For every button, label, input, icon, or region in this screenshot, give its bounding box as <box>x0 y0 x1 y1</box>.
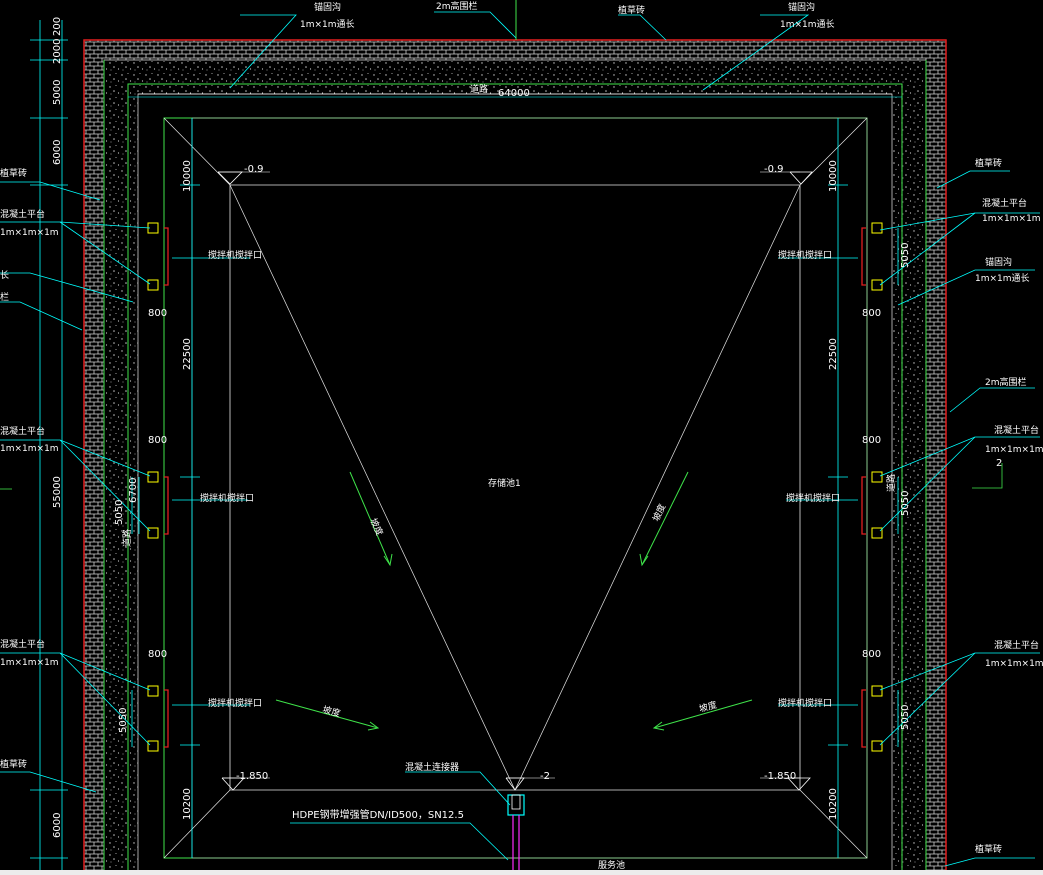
bottom-status-strip <box>0 870 1043 875</box>
svg-text:2000: 2000 <box>52 39 63 64</box>
level-center: -2 <box>540 771 550 782</box>
label-bottom-grass-right: 植草砖 <box>975 843 1002 855</box>
svg-text:6000: 6000 <box>52 140 63 165</box>
svg-text:道路: 道路 <box>885 474 897 492</box>
label-mixer-outlet-l2: 搅拌机搅拌口 <box>200 492 254 504</box>
label-right-fence: 2m高围栏 <box>985 376 1027 388</box>
svg-text:5050: 5050 <box>900 705 911 730</box>
label-left-platform-size-1: 1m×1m×1m <box>0 228 59 238</box>
label-pipe: HDPE钢带增强管DN/ID500，SN12.5 <box>292 808 464 821</box>
label-left-fence: 栏 <box>0 291 9 303</box>
svg-text:5050: 5050 <box>900 243 911 268</box>
label-left-grass: 植草砖 <box>0 167 27 179</box>
label-bottom-grass-left: 植草砖 <box>0 758 27 770</box>
svg-text:5000: 5000 <box>52 80 63 105</box>
label-right-anchor-size: 1m×1m通长 <box>975 272 1030 284</box>
level-top-left: -0.9 <box>244 164 264 175</box>
svg-text:10200: 10200 <box>828 788 839 820</box>
label-anchor-trench-top-right-size: 1m×1m通长 <box>780 18 835 30</box>
label-anchor-trench-top-right: 锚固沟 <box>788 1 815 13</box>
svg-text:800: 800 <box>862 649 881 660</box>
label-left-platform-1: 混凝土平台 <box>0 208 45 220</box>
label-connector: 混凝土连接器 <box>405 761 459 773</box>
svg-text:6700: 6700 <box>128 478 139 503</box>
svg-text:800: 800 <box>862 308 881 319</box>
svg-text:55000: 55000 <box>52 476 63 508</box>
svg-text:5050: 5050 <box>118 708 129 733</box>
label-right-platform-1: 混凝土平台 <box>982 197 1027 209</box>
label-mixer-outlet-r1: 搅拌机搅拌口 <box>778 249 832 261</box>
cad-drawing-canvas: 锚固沟 1m×1m通长 2m高围栏 植草砖 锚固沟 1m×1m通长 道路 640… <box>0 0 1043 875</box>
label-right-platform-size-3: 1m×1m×1m <box>985 659 1043 669</box>
label-mixer-outlet-r3: 搅拌机搅拌口 <box>778 697 832 709</box>
label-left-platform-size-3: 1m×1m×1m <box>0 658 59 668</box>
svg-text:10200: 10200 <box>182 788 193 820</box>
svg-text:5050: 5050 <box>900 491 911 516</box>
pond-name: 存储池1 <box>488 477 521 489</box>
svg-text:200: 200 <box>52 17 63 36</box>
svg-text:800: 800 <box>148 649 167 660</box>
label-right-platform-size-1: 1m×1m×1m <box>982 214 1041 224</box>
label-left-platform-2: 混凝土平台 <box>0 425 45 437</box>
label-left-length: 长 <box>0 269 9 281</box>
svg-text:800: 800 <box>862 435 881 446</box>
level-top-right: -0.9 <box>764 164 784 175</box>
label-mixer-outlet-r2: 搅拌机搅拌口 <box>786 492 840 504</box>
label-mixer-outlet-l1: 搅拌机搅拌口 <box>208 249 262 261</box>
svg-text:800: 800 <box>148 308 167 319</box>
svg-text:道路: 道路 <box>121 529 133 547</box>
label-left-platform-3: 混凝土平台 <box>0 638 45 650</box>
label-right-platform-3: 混凝土平台 <box>994 639 1039 651</box>
label-anchor-trench-top-size: 1m×1m通长 <box>300 18 355 30</box>
label-road-top: 道路 <box>470 83 488 95</box>
label-right-platform-2: 混凝土平台 <box>994 424 1039 436</box>
svg-text:5050: 5050 <box>114 500 125 525</box>
label-grass-top: 植草砖 <box>618 4 645 16</box>
label-mixer-outlet-l3: 搅拌机搅拌口 <box>208 697 262 709</box>
svg-text:22500: 22500 <box>182 338 193 370</box>
svg-text:10000: 10000 <box>182 160 193 192</box>
label-right-anchor: 锚固沟 <box>985 256 1012 268</box>
label-left-platform-size-2: 1m×1m×1m <box>0 444 59 454</box>
svg-text:6000: 6000 <box>52 813 63 838</box>
svg-text:800: 800 <box>148 435 167 446</box>
level-bottom-right: -1.850 <box>764 771 796 782</box>
svg-text:22500: 22500 <box>828 338 839 370</box>
label-right-platform-size-2: 1m×1m×1m <box>985 445 1043 455</box>
level-bottom-left: -1.850 <box>236 771 268 782</box>
label-right-grass: 植草砖 <box>975 157 1002 169</box>
svg-text:10000: 10000 <box>828 160 839 192</box>
label-fence-top: 2m高围栏 <box>436 0 478 12</box>
dim-width-total: 64000 <box>498 88 530 99</box>
section-mark: 2 <box>996 458 1002 469</box>
label-anchor-trench-top: 锚固沟 <box>314 1 341 13</box>
